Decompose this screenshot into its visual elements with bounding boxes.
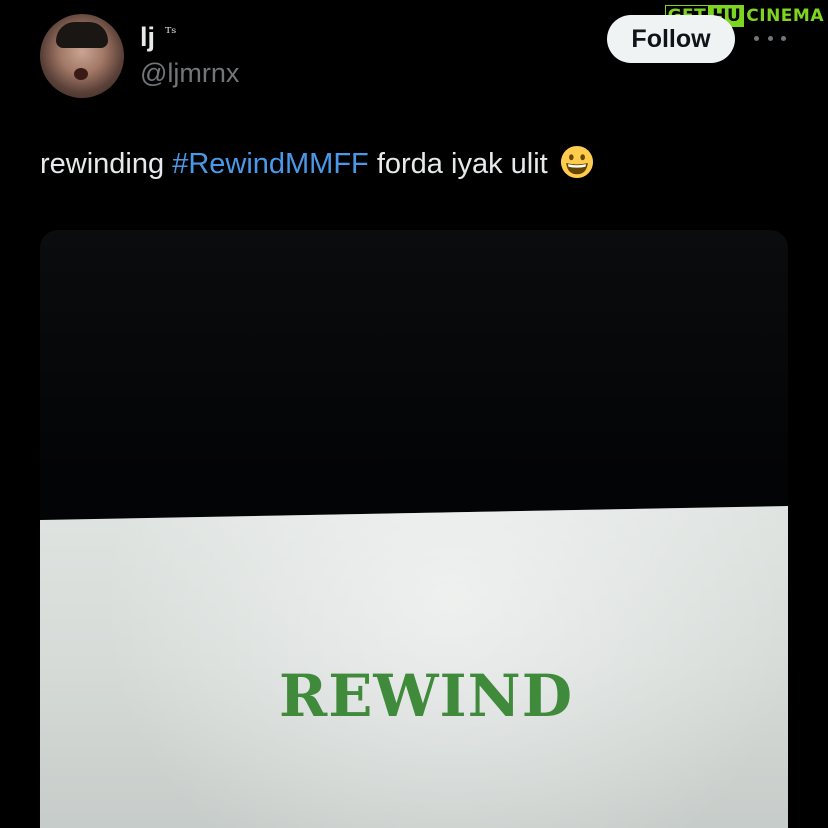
hashtag-link[interactable]: #RewindMMFF <box>172 148 369 180</box>
tweet-text-end: forda iyak ulit <box>368 148 548 180</box>
display-name[interactable]: lj <box>140 22 155 53</box>
more-horizontal-icon[interactable] <box>754 28 786 48</box>
tweet-screenshot: GETHUCINEMA lj ᵀˢ @ljmrnx Follow rewindi… <box>0 0 828 828</box>
user-handle[interactable]: @ljmrnx <box>140 58 239 89</box>
avatar-mouth <box>74 68 88 80</box>
name-row: lj ᵀˢ <box>140 22 176 53</box>
avatar[interactable] <box>40 14 124 98</box>
screen-title-text: REWIND <box>279 662 573 730</box>
tweet-text: rewinding #RewindMMFF forda iyak ulit <box>40 144 594 184</box>
grinning-face-emoji-icon <box>560 145 593 179</box>
more-dot <box>754 35 759 41</box>
more-dot <box>767 35 773 41</box>
follow-button[interactable]: Follow <box>607 15 735 63</box>
avatar-hair <box>56 22 108 48</box>
watermark-part-c: CINEMA <box>744 6 826 26</box>
more-dot <box>781 35 786 41</box>
tweet-media-photo[interactable]: REWIND <box>40 230 788 828</box>
name-badge: ᵀˢ <box>165 24 177 42</box>
tweet-text-start: rewinding <box>40 148 173 180</box>
